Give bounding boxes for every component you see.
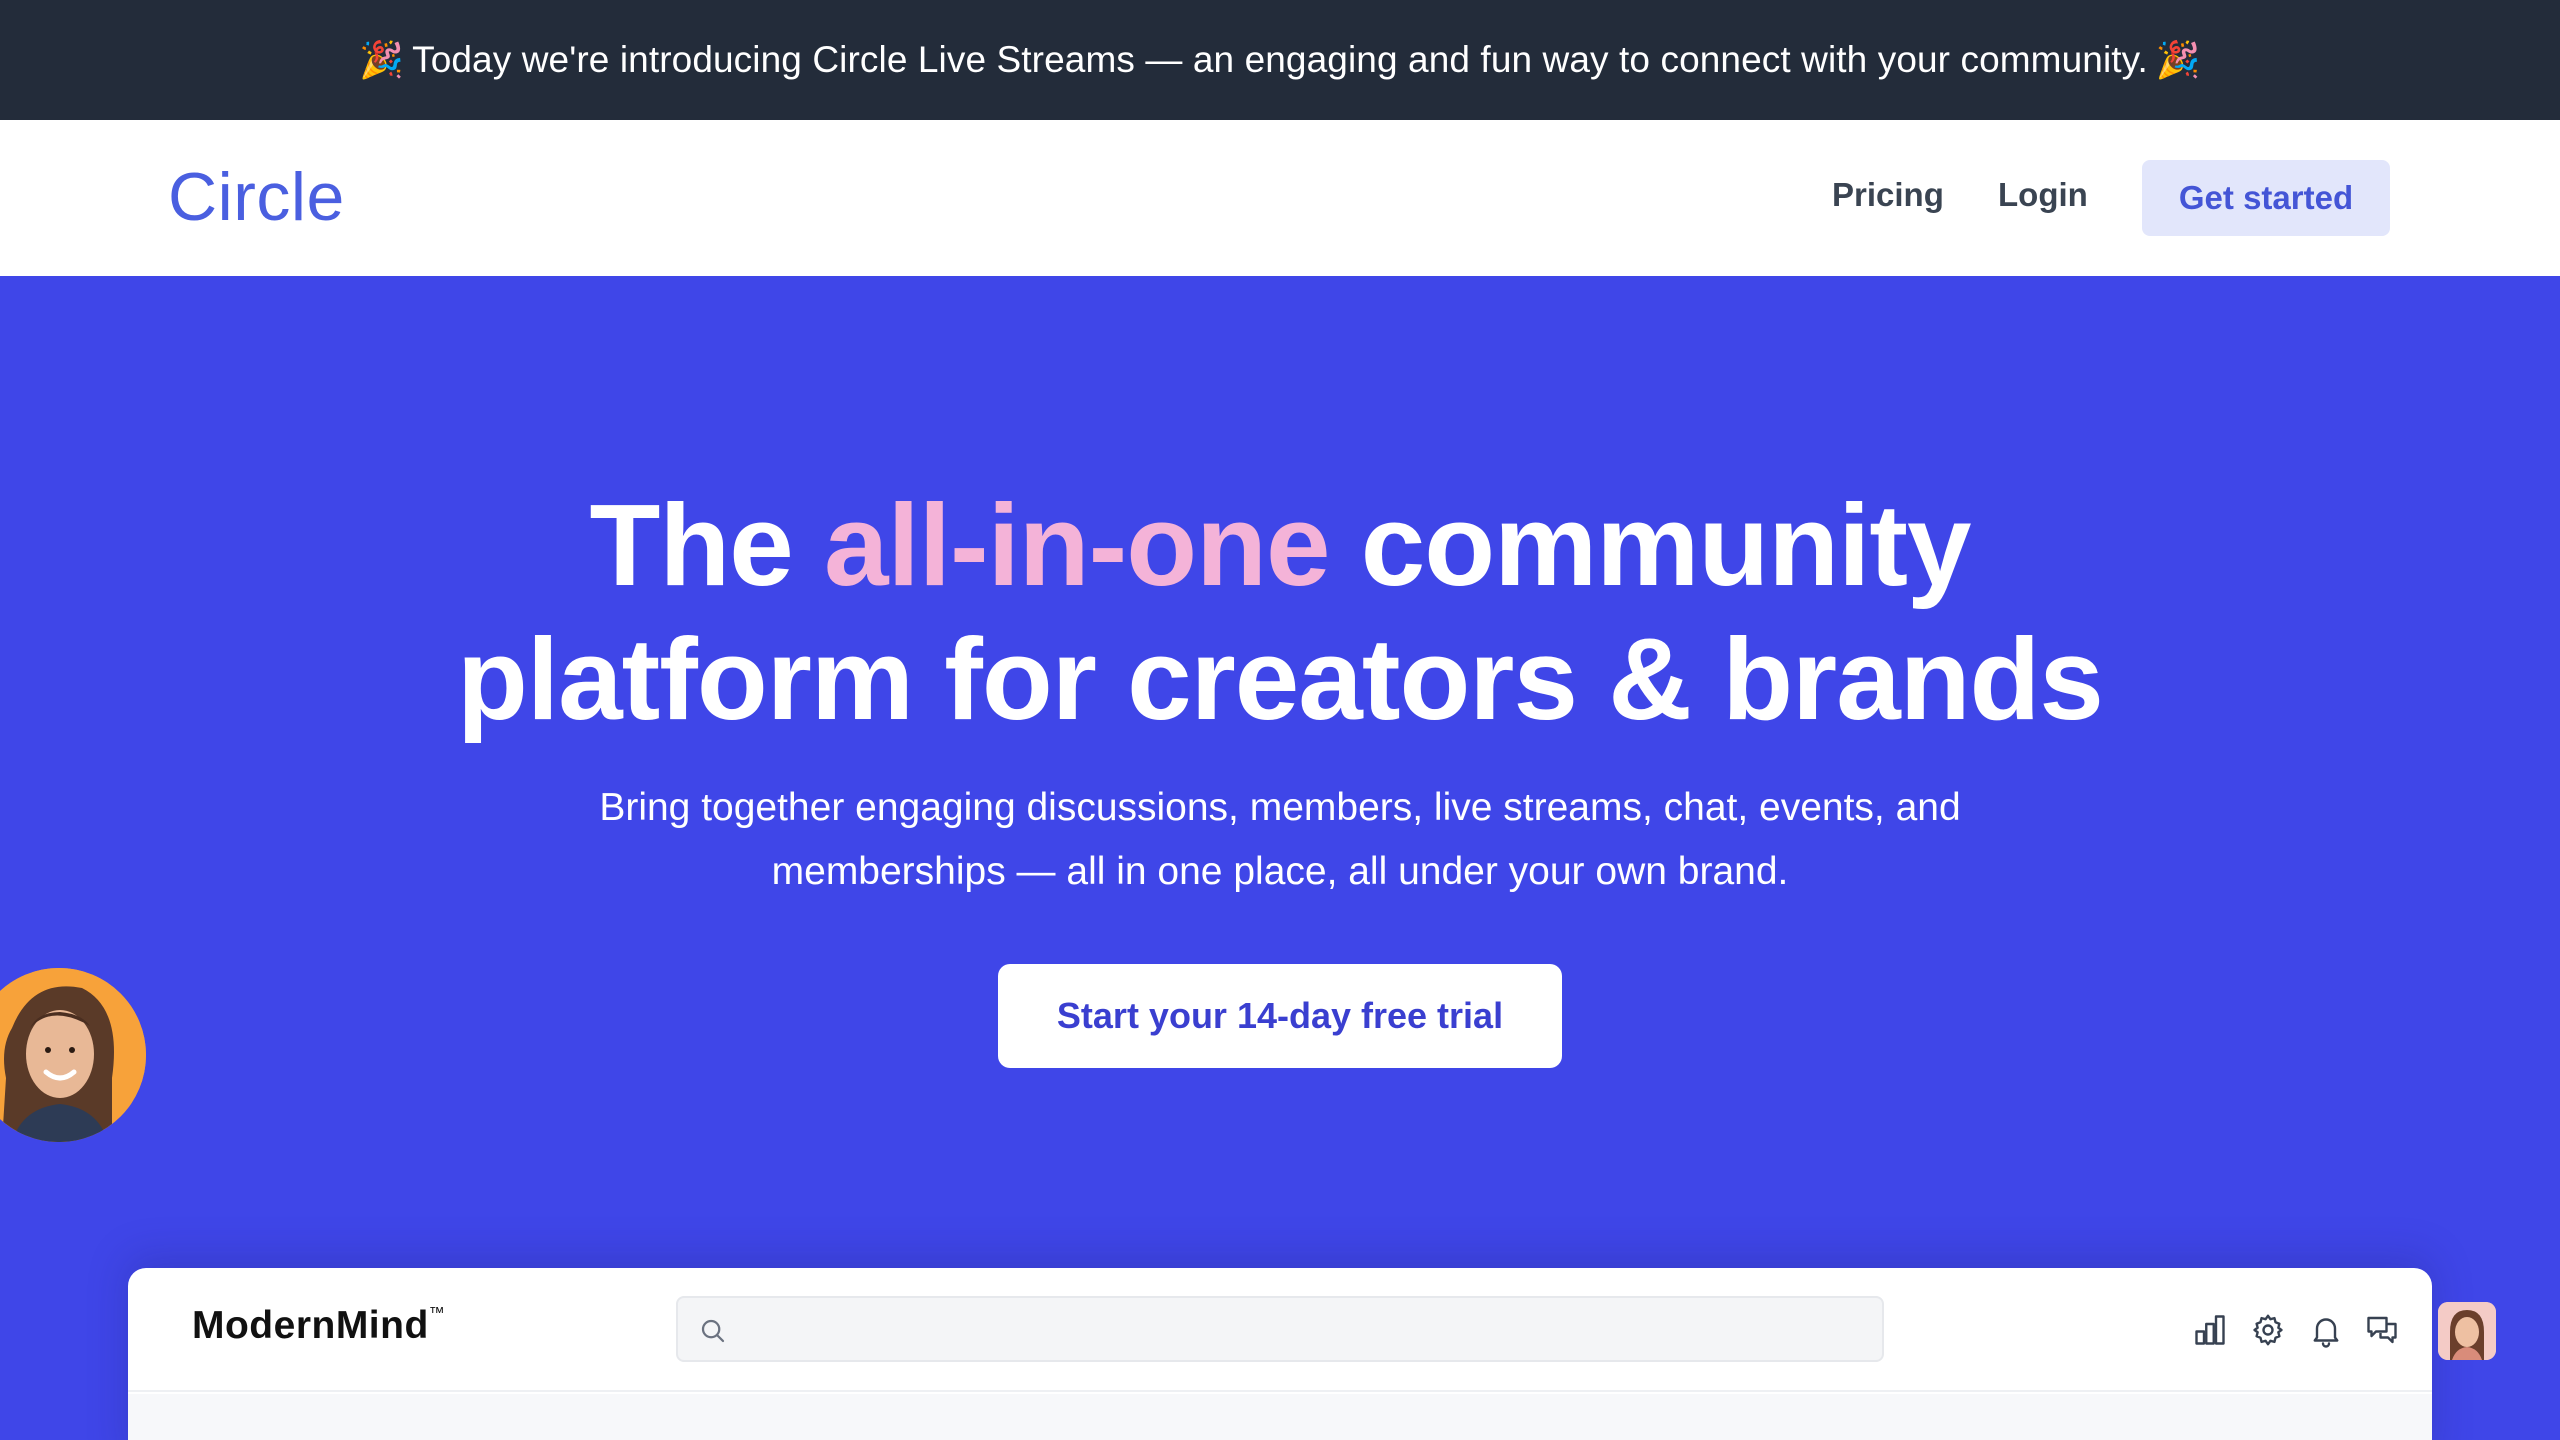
app-preview-body [128,1394,2432,1440]
chat-bubbles-icon[interactable] [2364,1312,2400,1348]
trademark-mark: ™ [428,1305,446,1322]
hero-title-post: community [1329,480,1972,610]
nav-login-link[interactable]: Login [1998,176,2088,214]
nav-pricing-link[interactable]: Pricing [1832,176,1944,214]
hero-title-line2: platform for creators & brands [457,614,2104,744]
announcement-text: Today we're introducing Circle Live Stre… [412,39,2148,80]
hero-title-accent: all-in-one [823,480,1331,610]
circle-logo[interactable]: Circle [168,158,345,236]
bar-chart-icon[interactable] [2192,1312,2228,1348]
modernmind-logo: ModernMind™ [192,1304,445,1348]
bell-icon[interactable] [2308,1312,2344,1348]
modernmind-brand: ModernMind [192,1304,429,1347]
party-popper-icon: 🎉 [2155,39,2201,80]
hero-title-pre: The [589,480,824,610]
hero-subtitle-line2: memberships — all in one place, all unde… [771,850,1789,893]
user-avatar[interactable] [2438,1302,2496,1360]
party-popper-icon: 🎉 [359,39,405,80]
hero-title: The all-in-one community platform for cr… [0,478,2560,746]
hero-subtitle-line1: Bring together engaging discussions, mem… [599,786,1961,829]
app-preview-header: ModernMind™ [128,1268,2496,1392]
gear-icon[interactable] [2250,1312,2286,1348]
search-input[interactable] [676,1296,1884,1362]
app-preview: ModernMind™ [128,1268,2496,1440]
announcement-bar[interactable]: 🎉 Today we're introducing Circle Live St… [0,0,2560,120]
start-trial-button[interactable]: Start your 14-day free trial [998,964,1562,1068]
hero-subtitle: Bring together engaging discussions, mem… [560,776,2000,904]
search-icon [701,1319,725,1343]
member-avatar [0,968,146,1142]
top-nav: Circle Pricing Login Get started [0,120,2560,276]
get-started-button[interactable]: Get started [2142,160,2390,236]
